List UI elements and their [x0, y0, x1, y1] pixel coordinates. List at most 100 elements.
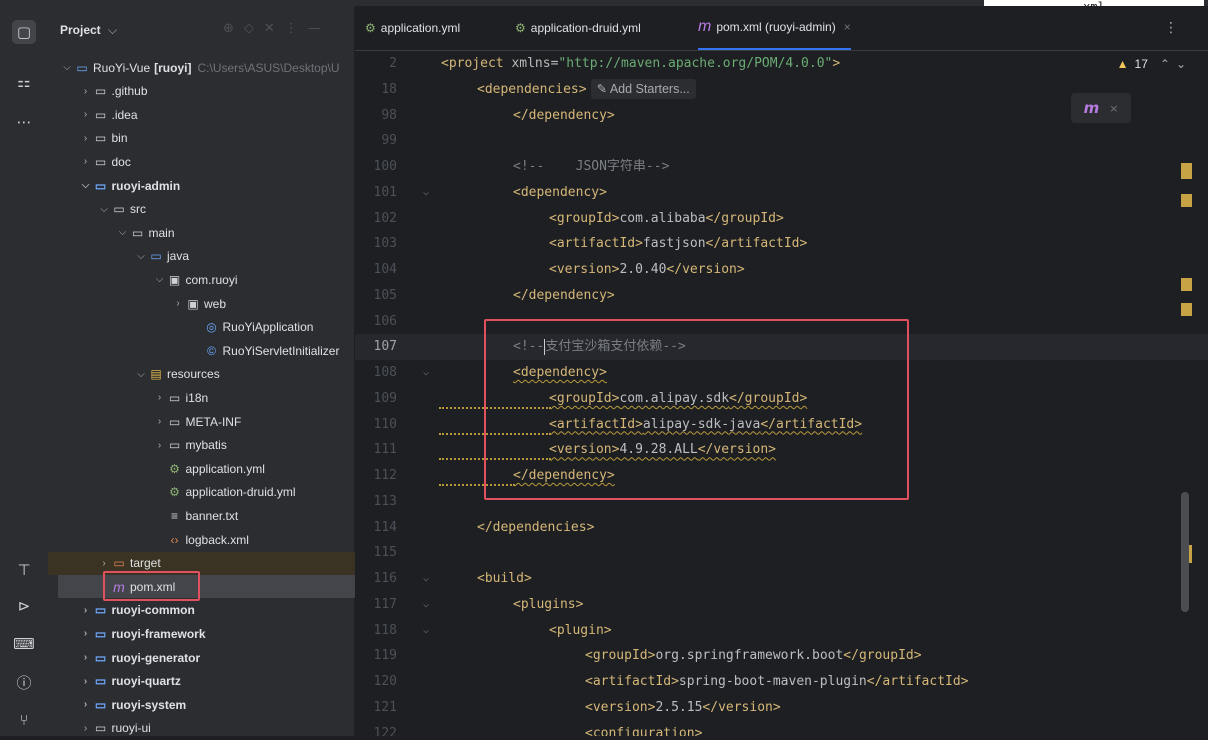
- chevron-right-icon[interactable]: ›: [171, 298, 185, 309]
- code-line[interactable]: 105 </dependency>: [355, 283, 1208, 309]
- chevron-right-icon[interactable]: ›: [153, 416, 167, 427]
- folder-icon[interactable]: ▢: [12, 20, 36, 44]
- git-icon[interactable]: ⑂: [12, 708, 36, 732]
- chevron-right-icon[interactable]: ›: [79, 676, 93, 687]
- code-line[interactable]: 118 ⌵ <plugin>: [355, 618, 1208, 644]
- chevron-right-icon[interactable]: ›: [79, 133, 93, 144]
- tree-item[interactable]: › ▭ bin: [48, 127, 375, 150]
- code-line[interactable]: 104 <version>2.0.40</version>: [355, 257, 1208, 283]
- tree-item[interactable]: › ▭ .idea: [48, 103, 375, 126]
- project-panel-title[interactable]: Project ⌵: [60, 23, 117, 38]
- close-icon[interactable]: ×: [844, 20, 851, 34]
- options-icon[interactable]: ⋮: [285, 21, 298, 36]
- fold-chevron-icon[interactable]: ⌵: [423, 592, 429, 617]
- fold-chevron-icon[interactable]: ⌵: [423, 360, 429, 385]
- code-line[interactable]: 114 </dependencies>: [355, 515, 1208, 541]
- code-text: <version>2.5.15</version>: [585, 695, 781, 720]
- code-line[interactable]: 116 ⌵ <build>: [355, 566, 1208, 592]
- chevron-down-icon[interactable]: ⌵: [134, 369, 148, 380]
- hide-icon[interactable]: —: [308, 21, 321, 36]
- code-token: <plugins>: [513, 596, 584, 612]
- tree-item[interactable]: › ▭ doc: [48, 150, 375, 173]
- run-icon[interactable]: ⊳: [12, 594, 36, 618]
- structure-icon[interactable]: ⚏: [12, 70, 36, 94]
- fold-chevron-icon[interactable]: ⌵: [423, 180, 429, 205]
- inspection-widget[interactable]: ▲ 17 ⌃ ⌄: [1117, 57, 1186, 71]
- close-icon[interactable]: ×: [1109, 102, 1118, 115]
- code-line[interactable]: 122 <configuration>: [355, 721, 1208, 737]
- tree-item[interactable]: › ▭ ruoyi-quartz: [48, 670, 375, 693]
- code-line[interactable]: 117 ⌵ <plugins>: [355, 592, 1208, 618]
- chevron-right-icon[interactable]: ›: [79, 723, 93, 734]
- locate-icon[interactable]: ⊕: [223, 21, 234, 36]
- chevron-right-icon[interactable]: ›: [153, 440, 167, 451]
- tree-item-label: web: [204, 296, 227, 311]
- tree-item-label: ruoyi-ui: [111, 721, 151, 736]
- terminal-icon[interactable]: ⌨: [12, 632, 36, 656]
- code-text: <!-- JSON字符串-->: [513, 154, 669, 179]
- tree-item[interactable]: ⌵ ▭ src: [48, 198, 393, 221]
- tree-item[interactable]: › ▭ ruoyi-framework: [48, 622, 375, 645]
- more-icon[interactable]: ⋯: [12, 110, 36, 134]
- line-number: 111: [373, 442, 397, 458]
- chevron-right-icon[interactable]: ›: [79, 652, 93, 663]
- chevron-down-icon[interactable]: ⌵: [134, 251, 148, 262]
- code-line[interactable]: 103 <artifactId>fastjson</artifactId>: [355, 231, 1208, 257]
- add-starters-button[interactable]: ✎ Add Starters...: [590, 78, 696, 99]
- tree-item[interactable]: ⌵ ▭ RuoYi-Vue [ruoyi] C:\Users\ASUS\Desktop\…: [48, 56, 356, 79]
- code-line[interactable]: 115: [355, 540, 1208, 566]
- code-line[interactable]: 120 <artifactId>spring-boot-maven-plugin<…: [355, 669, 1208, 695]
- chevron-down-icon[interactable]: ⌄: [1176, 57, 1186, 71]
- tree-item[interactable]: › ▭ ruoyi-generator: [48, 646, 375, 669]
- tree-item[interactable]: › ▭ ruoyi-ui: [48, 717, 375, 740]
- fold-chevron-icon[interactable]: ⌵: [423, 566, 429, 591]
- tree-item[interactable]: › ▭ ruoyi-common: [48, 599, 375, 622]
- editor-scrollbar[interactable]: [1181, 492, 1189, 612]
- warning-marker[interactable]: [1181, 163, 1192, 179]
- code-line[interactable]: 102 <groupId>com.alibaba</groupId>: [355, 206, 1208, 232]
- warning-marker[interactable]: [1181, 194, 1192, 207]
- problems-icon[interactable]: ⓘ: [12, 670, 36, 694]
- maven-reload-button[interactable]: m ×: [1071, 93, 1131, 123]
- warning-marker[interactable]: [1181, 303, 1192, 316]
- chevron-up-icon[interactable]: ⌃: [1160, 57, 1170, 71]
- tree-item[interactable]: ⌵ ▭ ruoyi-admin: [48, 174, 375, 197]
- chevron-right-icon[interactable]: ›: [79, 605, 93, 616]
- project-panel: Project ⌵ ⊕ ◇ ✕ ⋮ — ⌵ ▭ RuoYi-Vue [ruoyi] C:\Use…: [48, 6, 397, 736]
- chevron-right-icon[interactable]: ›: [97, 558, 111, 569]
- chevron-right-icon[interactable]: ›: [79, 156, 93, 167]
- tree-item[interactable]: › ▭ ruoyi-system: [48, 693, 375, 716]
- chevron-right-icon[interactable]: ›: [79, 628, 93, 639]
- code-line[interactable]: 119 <groupId>org.springframework.boot</gr…: [355, 643, 1208, 669]
- build-hammer-icon[interactable]: ⊤: [12, 558, 36, 582]
- tab-application-yml[interactable]: ⚙ application.yml: [365, 6, 460, 50]
- chevron-down-icon[interactable]: ⌵: [97, 204, 111, 215]
- expand-icon[interactable]: ◇: [244, 21, 254, 36]
- chevron-right-icon[interactable]: ›: [79, 699, 93, 710]
- more-tabs-icon[interactable]: ⋮: [1164, 20, 1178, 36]
- tab-application-druid-yml[interactable]: ⚙ application-druid.yml: [515, 6, 641, 50]
- chevron-down-icon: ⌵: [108, 23, 118, 37]
- warning-marker[interactable]: [1181, 278, 1192, 291]
- chevron-right-icon[interactable]: ›: [153, 392, 167, 403]
- chevron-right-icon[interactable]: ›: [79, 86, 93, 97]
- code-line[interactable]: 121 <version>2.5.15</version>: [355, 695, 1208, 721]
- chevron-down-icon[interactable]: ⌵: [79, 180, 93, 191]
- code-editor[interactable]: 122 <configuration> 121 <version>2.5.15</ve…: [355, 51, 1208, 736]
- code-line[interactable]: 2 <project xmlns="http://maven.apache.org…: [355, 51, 1208, 77]
- collapse-icon[interactable]: ✕: [264, 21, 275, 36]
- chevron-down-icon[interactable]: ⌵: [60, 62, 74, 73]
- chevron-down-icon[interactable]: ⌵: [116, 227, 130, 238]
- code-line[interactable]: 101 ⌵ <dependency>: [355, 180, 1208, 206]
- code-line[interactable]: 100 <!-- JSON字符串-->: [355, 154, 1208, 180]
- tree-item[interactable]: › ▭ .github: [48, 80, 375, 103]
- tree-item[interactable]: › ▭ target: [48, 551, 393, 575]
- fold-chevron-icon[interactable]: ⌵: [423, 618, 429, 643]
- code-text: <project xmlns="http://maven.apache.org/…: [441, 51, 840, 76]
- tree-item-path: C:\Users\ASUS\Desktop\U: [197, 60, 340, 75]
- code-line[interactable]: 99: [355, 128, 1208, 154]
- tab-pom-xml-ruoyi-admin-[interactable]: m pom.xml (ruoyi-admin) ×: [698, 6, 851, 50]
- chevron-down-icon[interactable]: ⌵: [153, 274, 167, 285]
- tree-item-label: src: [130, 202, 146, 217]
- chevron-right-icon[interactable]: ›: [79, 109, 93, 120]
